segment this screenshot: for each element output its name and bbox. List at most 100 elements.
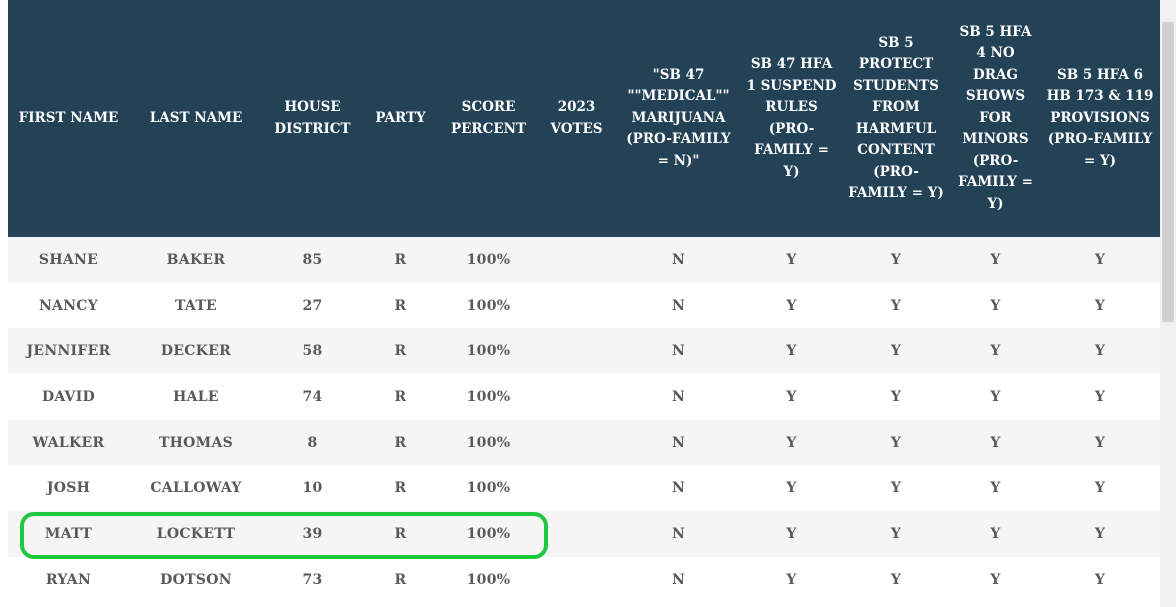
cell-last-name: TATE <box>129 282 263 329</box>
table-row: MATT LOCKETT 39 R 100% N Y Y Y Y <box>8 511 1160 557</box>
cell-sb5-vote: Y <box>841 511 951 557</box>
cell-sb47-hfa1-vote: Y <box>742 237 841 283</box>
table-row: JENNIFER DECKER 58 R 100% N Y Y Y Y <box>8 328 1160 375</box>
cell-party: R <box>362 419 439 466</box>
cell-sb5-hfa4-vote: Y <box>951 419 1040 466</box>
col-header-first-name[interactable]: FIRST NAME <box>8 0 129 237</box>
table-row: NANCY TATE 27 R 100% N Y Y Y Y <box>8 282 1160 329</box>
cell-sb47-vote: N <box>615 465 742 512</box>
cell-votes-2023 <box>538 419 615 466</box>
vertical-scrollbar[interactable] <box>1160 0 1176 607</box>
cell-last-name: DECKER <box>129 328 263 375</box>
cell-house-district: 39 <box>263 511 362 557</box>
cell-sb5-vote: Y <box>841 419 951 466</box>
cell-sb47-hfa1-vote: Y <box>742 419 841 466</box>
cell-score-percent: 100% <box>439 237 538 283</box>
cell-house-district: 58 <box>263 328 362 375</box>
table-row: JOSH CALLOWAY 10 R 100% N Y Y Y Y <box>8 465 1160 512</box>
cell-sb5-hfa6-vote: Y <box>1040 282 1160 329</box>
col-header-last-name[interactable]: LAST NAME <box>129 0 263 237</box>
col-header-party[interactable]: PARTY <box>362 0 439 237</box>
table-row: DAVID HALE 74 R 100% N Y Y Y Y <box>8 374 1160 420</box>
cell-sb47-vote: N <box>615 237 742 283</box>
cell-house-district: 73 <box>263 556 362 603</box>
cell-first-name: RYAN <box>8 556 129 603</box>
cell-score-percent: 100% <box>439 556 538 603</box>
cell-first-name: DAVID <box>8 374 129 420</box>
cell-votes-2023 <box>538 511 615 557</box>
cell-party: R <box>362 511 439 557</box>
cell-score-percent: 100% <box>439 374 538 420</box>
cell-sb5-hfa4-vote: Y <box>951 328 1040 375</box>
cell-sb5-vote: Y <box>841 374 951 420</box>
cell-sb47-vote: N <box>615 511 742 557</box>
cell-sb47-vote: N <box>615 374 742 420</box>
cell-sb47-vote: N <box>615 328 742 375</box>
table-row: SHANE BAKER 85 R 100% N Y Y Y Y <box>8 237 1160 283</box>
cell-sb47-vote: N <box>615 556 742 603</box>
cell-last-name: THOMAS <box>129 419 263 466</box>
cell-sb5-hfa4-vote: Y <box>951 374 1040 420</box>
cell-party: R <box>362 556 439 603</box>
scrollbar-thumb[interactable] <box>1162 22 1174 322</box>
cell-score-percent: 100% <box>439 282 538 329</box>
cell-sb47-hfa1-vote: Y <box>742 556 841 603</box>
header-row: FIRST NAME LAST NAME HOUSE DISTRICT PART… <box>8 0 1160 237</box>
cell-party: R <box>362 282 439 329</box>
cell-sb5-hfa6-vote: Y <box>1040 511 1160 557</box>
cell-sb5-hfa4-vote: Y <box>951 465 1040 512</box>
cell-score-percent: 100% <box>439 419 538 466</box>
voting-record-table: FIRST NAME LAST NAME HOUSE DISTRICT PART… <box>8 0 1160 603</box>
cell-sb5-hfa6-vote: Y <box>1040 328 1160 375</box>
cell-sb47-vote: N <box>615 419 742 466</box>
cell-party: R <box>362 237 439 283</box>
cell-sb47-hfa1-vote: Y <box>742 328 841 375</box>
cell-first-name: NANCY <box>8 282 129 329</box>
table-header: FIRST NAME LAST NAME HOUSE DISTRICT PART… <box>8 0 1160 237</box>
cell-first-name: WALKER <box>8 419 129 466</box>
table-body: SHANE BAKER 85 R 100% N Y Y Y Y NANCY TATE 27 R 100% N Y… <box>8 237 1160 603</box>
cell-score-percent: 100% <box>439 511 538 557</box>
cell-house-district: 85 <box>263 237 362 283</box>
cell-score-percent: 100% <box>439 328 538 375</box>
cell-votes-2023 <box>538 374 615 420</box>
cell-sb5-hfa4-vote: Y <box>951 511 1040 557</box>
cell-sb5-vote: Y <box>841 328 951 375</box>
col-header-score-percent[interactable]: SCORE PERCENT <box>439 0 538 237</box>
cell-house-district: 27 <box>263 282 362 329</box>
col-header-2023-votes[interactable]: 2023 VOTES <box>538 0 615 237</box>
cell-first-name: JOSH <box>8 465 129 512</box>
col-header-house-district[interactable]: HOUSE DISTRICT <box>263 0 362 237</box>
col-header-sb47-medical-marijuana[interactable]: "SB 47 ""MEDICAL"" MARIJUANA (PRO-FAMILY… <box>615 0 742 237</box>
cell-votes-2023 <box>538 328 615 375</box>
cell-house-district: 74 <box>263 374 362 420</box>
col-header-sb5-hfa4[interactable]: SB 5 HFA 4 NO DRAG SHOWS FOR MINORS (PRO… <box>951 0 1040 237</box>
cell-sb5-vote: Y <box>841 282 951 329</box>
cell-first-name: JENNIFER <box>8 328 129 375</box>
col-header-sb47-hfa1[interactable]: SB 47 HFA 1 SUSPEND RULES (PRO-FAMILY = … <box>742 0 841 237</box>
cell-party: R <box>362 374 439 420</box>
cell-house-district: 8 <box>263 419 362 466</box>
cell-sb5-hfa6-vote: Y <box>1040 237 1160 283</box>
cell-sb47-vote: N <box>615 282 742 329</box>
cell-last-name: DOTSON <box>129 556 263 603</box>
cell-sb5-hfa6-vote: Y <box>1040 374 1160 420</box>
cell-party: R <box>362 465 439 512</box>
cell-votes-2023 <box>538 465 615 512</box>
col-header-sb5-hfa6[interactable]: SB 5 HFA 6 HB 173 & 119 PROVISIONS (PRO-… <box>1040 0 1160 237</box>
cell-last-name: HALE <box>129 374 263 420</box>
cell-first-name: MATT <box>8 511 129 557</box>
cell-first-name: SHANE <box>8 237 129 283</box>
cell-sb47-hfa1-vote: Y <box>742 511 841 557</box>
cell-house-district: 10 <box>263 465 362 512</box>
cell-sb47-hfa1-vote: Y <box>742 465 841 512</box>
cell-last-name: CALLOWAY <box>129 465 263 512</box>
cell-sb5-vote: Y <box>841 465 951 512</box>
cell-sb5-vote: Y <box>841 237 951 283</box>
cell-votes-2023 <box>538 282 615 329</box>
cell-votes-2023 <box>538 237 615 283</box>
col-header-sb5-protect-students[interactable]: SB 5 PROTECT STUDENTS FROM HARMFUL CONTE… <box>841 0 951 237</box>
table-row: RYAN DOTSON 73 R 100% N Y Y Y Y <box>8 556 1160 603</box>
cell-sb5-hfa6-vote: Y <box>1040 465 1160 512</box>
cell-sb5-hfa6-vote: Y <box>1040 556 1160 603</box>
